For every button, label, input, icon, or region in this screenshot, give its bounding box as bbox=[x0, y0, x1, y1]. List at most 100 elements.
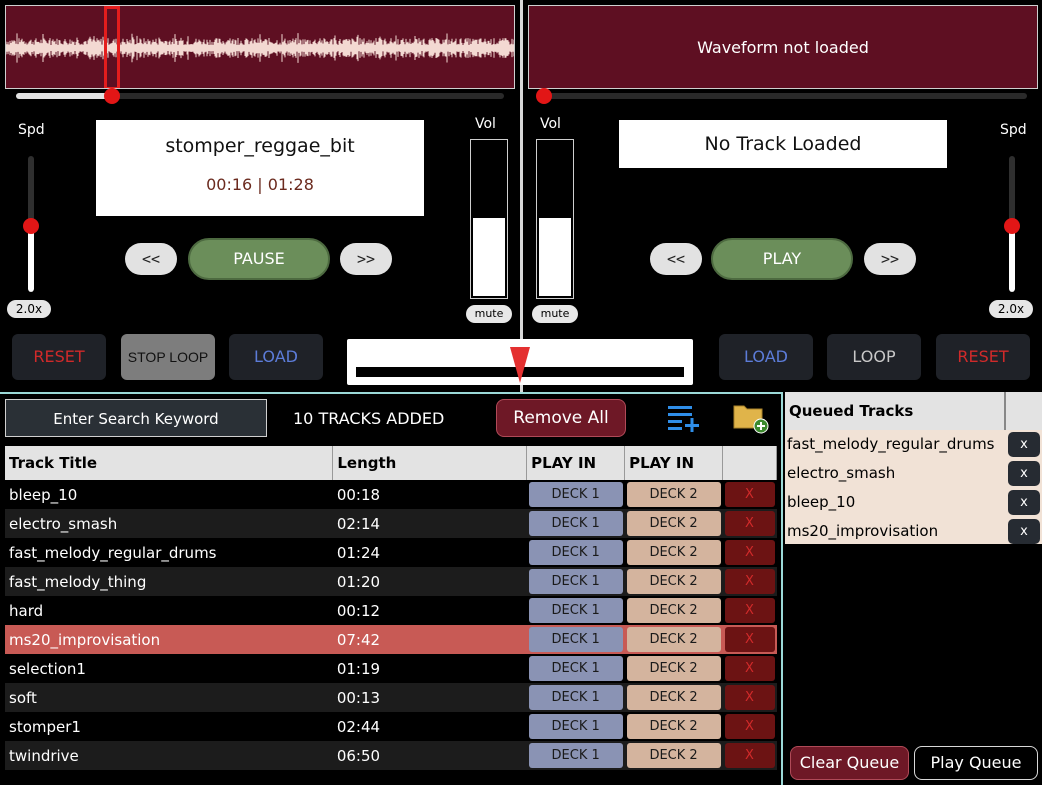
delete-cell: X bbox=[722, 683, 777, 712]
delete-cell: X bbox=[722, 712, 777, 741]
left-volume-slider[interactable] bbox=[470, 139, 508, 299]
queue-remove-button[interactable]: x bbox=[1008, 461, 1040, 486]
play-in-deck2-button[interactable]: DECK 2 bbox=[626, 714, 721, 739]
delete-track-button[interactable]: X bbox=[724, 482, 775, 507]
queue-item[interactable]: ms20_improvisation x bbox=[785, 517, 1042, 546]
play-in-deck1-button[interactable]: DECK 1 bbox=[528, 569, 623, 594]
right-load-button[interactable]: LOAD bbox=[719, 334, 813, 380]
right-forward-button[interactable]: >> bbox=[864, 243, 916, 275]
play-in-deck1-button[interactable]: DECK 1 bbox=[528, 540, 623, 565]
left-rewind-button[interactable]: << bbox=[125, 243, 177, 275]
play-in-deck2-button[interactable]: DECK 2 bbox=[626, 685, 721, 710]
right-position-knob[interactable] bbox=[536, 88, 552, 104]
table-row[interactable]: fast_melody_regular_drums 01:24 DECK 1 DECK… bbox=[5, 538, 777, 567]
crossfader-thumb[interactable] bbox=[510, 347, 530, 383]
play-in-deck1-button[interactable]: DECK 1 bbox=[528, 511, 623, 536]
left-position-slider[interactable] bbox=[16, 93, 504, 99]
play-in-deck1-button[interactable]: DECK 1 bbox=[528, 714, 623, 739]
table-row[interactable]: stomper1 02:44 DECK 1 DECK 2X bbox=[5, 712, 777, 741]
crossfader[interactable] bbox=[347, 339, 693, 385]
delete-track-button[interactable]: X bbox=[724, 714, 775, 739]
play-in-deck1-button[interactable]: DECK 1 bbox=[528, 656, 623, 681]
table-row[interactable]: fast_melody_thing 01:20 DECK 1 DECK 2X bbox=[5, 567, 777, 596]
queue-item[interactable]: fast_melody_regular_drums x bbox=[785, 430, 1042, 459]
deck2-cell: DECK 2 bbox=[624, 538, 723, 567]
delete-cell: X bbox=[722, 480, 777, 509]
play-in-deck1-button[interactable]: DECK 1 bbox=[528, 482, 623, 507]
right-rewind-button[interactable]: << bbox=[650, 243, 702, 275]
left-speed-value: 2.0x bbox=[7, 300, 51, 318]
play-in-deck2-button[interactable]: DECK 2 bbox=[626, 656, 721, 681]
left-speed-knob[interactable] bbox=[23, 218, 39, 234]
left-pause-button[interactable]: PAUSE bbox=[188, 238, 330, 280]
table-row[interactable]: selection1 01:19 DECK 1 DECK 2X bbox=[5, 654, 777, 683]
table-row[interactable]: twindrive 06:50 DECK 1 DECK 2X bbox=[5, 741, 777, 770]
track-length: 07:42 bbox=[332, 625, 527, 654]
play-in-deck2-button[interactable]: DECK 2 bbox=[626, 627, 721, 652]
deck1-cell: DECK 1 bbox=[526, 596, 625, 625]
remove-all-button[interactable]: Remove All bbox=[496, 399, 626, 437]
right-speed-knob[interactable] bbox=[1004, 218, 1020, 234]
left-mute-button[interactable]: mute bbox=[466, 305, 512, 323]
playlist-add-icon[interactable] bbox=[668, 402, 702, 432]
table-row[interactable]: bleep_10 00:18 DECK 1 DECK 2X bbox=[5, 480, 777, 509]
track-title[interactable]: hard bbox=[5, 596, 333, 625]
track-title[interactable]: twindrive bbox=[5, 741, 333, 770]
table-row[interactable]: hard 00:12 DECK 1 DECK 2X bbox=[5, 596, 777, 625]
play-in-deck2-button[interactable]: DECK 2 bbox=[626, 482, 721, 507]
table-row[interactable]: soft 00:13 DECK 1 DECK 2X bbox=[5, 683, 777, 712]
delete-track-button[interactable]: X bbox=[724, 569, 775, 594]
delete-track-button[interactable]: X bbox=[724, 598, 775, 623]
track-title[interactable]: electro_smash bbox=[5, 509, 333, 538]
queue-remove-button[interactable]: x bbox=[1008, 519, 1040, 544]
play-in-deck1-button[interactable]: DECK 1 bbox=[528, 743, 623, 768]
left-load-button[interactable]: LOAD bbox=[229, 334, 323, 380]
left-reset-button[interactable]: RESET bbox=[12, 334, 106, 380]
queue-item[interactable]: electro_smash x bbox=[785, 459, 1042, 488]
left-forward-button[interactable]: >> bbox=[340, 243, 392, 275]
left-position-knob[interactable] bbox=[104, 88, 120, 104]
right-play-button[interactable]: PLAY bbox=[711, 238, 853, 280]
play-in-deck2-button[interactable]: DECK 2 bbox=[626, 540, 721, 565]
track-title[interactable]: stomper1 bbox=[5, 712, 333, 741]
play-in-deck2-button[interactable]: DECK 2 bbox=[626, 598, 721, 623]
right-volume-slider[interactable] bbox=[536, 139, 574, 299]
right-waveform[interactable]: Waveform not loaded bbox=[528, 5, 1038, 89]
right-position-slider[interactable] bbox=[540, 93, 1027, 99]
right-mute-button[interactable]: mute bbox=[532, 305, 578, 323]
track-title[interactable]: soft bbox=[5, 683, 333, 712]
queue-item[interactable]: bleep_10 x bbox=[785, 488, 1042, 517]
delete-track-button[interactable]: X bbox=[724, 685, 775, 710]
queue-remove-button[interactable]: x bbox=[1008, 432, 1040, 457]
track-title[interactable]: fast_melody_thing bbox=[5, 567, 333, 596]
track-title[interactable]: bleep_10 bbox=[5, 480, 333, 509]
search-input[interactable]: Enter Search Keyword bbox=[5, 399, 267, 437]
track-title[interactable]: ms20_improvisation bbox=[5, 625, 333, 654]
clear-queue-button[interactable]: Clear Queue bbox=[790, 746, 909, 780]
play-in-deck2-button[interactable]: DECK 2 bbox=[626, 511, 721, 536]
col-length[interactable]: Length bbox=[332, 446, 528, 480]
play-in-deck1-button[interactable]: DECK 1 bbox=[528, 627, 623, 652]
play-in-deck2-button[interactable]: DECK 2 bbox=[626, 743, 721, 768]
left-waveform[interactable] bbox=[5, 5, 515, 89]
delete-track-button[interactable]: X bbox=[724, 656, 775, 681]
delete-track-button[interactable]: X bbox=[724, 627, 775, 652]
left-speed-fill bbox=[28, 224, 34, 292]
track-title[interactable]: selection1 bbox=[5, 654, 333, 683]
right-loop-button[interactable]: LOOP bbox=[827, 334, 921, 380]
play-in-deck1-button[interactable]: DECK 1 bbox=[528, 598, 623, 623]
play-in-deck1-button[interactable]: DECK 1 bbox=[528, 685, 623, 710]
delete-track-button[interactable]: X bbox=[724, 743, 775, 768]
right-reset-button[interactable]: RESET bbox=[936, 334, 1030, 380]
delete-track-button[interactable]: X bbox=[724, 540, 775, 565]
play-in-deck2-button[interactable]: DECK 2 bbox=[626, 569, 721, 594]
table-row[interactable]: electro_smash 02:14 DECK 1 DECK 2X bbox=[5, 509, 777, 538]
track-title[interactable]: fast_melody_regular_drums bbox=[5, 538, 333, 567]
delete-track-button[interactable]: X bbox=[724, 511, 775, 536]
play-queue-button[interactable]: Play Queue bbox=[914, 746, 1038, 780]
queue-remove-button[interactable]: x bbox=[1008, 490, 1040, 515]
folder-add-icon[interactable] bbox=[732, 400, 770, 434]
col-track-title[interactable]: Track Title bbox=[5, 446, 334, 480]
left-loop-button[interactable]: STOP LOOP bbox=[121, 334, 215, 380]
table-row[interactable]: ms20_improvisation 07:42 DECK 1 DECK 2X bbox=[5, 625, 777, 654]
